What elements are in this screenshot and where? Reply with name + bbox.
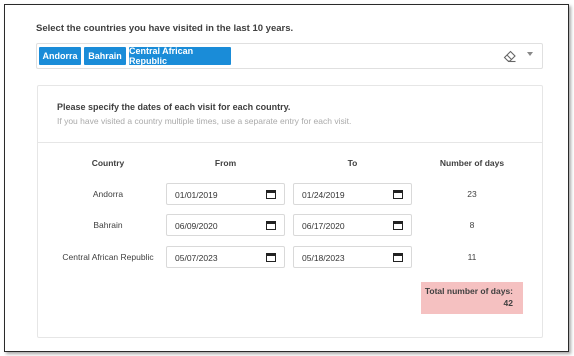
row-days: 11 <box>467 252 477 262</box>
country-tag-box[interactable]: Andorra Bahrain Central African Republic <box>36 43 543 69</box>
calendar-icon[interactable] <box>393 189 403 199</box>
calendar-icon[interactable] <box>393 252 403 262</box>
header-from: From <box>214 158 237 168</box>
from-date-value: 05/07/2023 <box>175 253 218 263</box>
total-days-label: Total number of days: <box>424 286 513 296</box>
calendar-icon[interactable] <box>266 252 276 262</box>
to-date-value: 06/17/2020 <box>302 221 345 231</box>
survey-frame: Select the countries you have visited in… <box>4 4 569 352</box>
total-days-box: Total number of days: 42 <box>421 282 523 314</box>
from-date-input[interactable]: 01/01/2019 <box>166 183 285 205</box>
from-date-value: 01/01/2019 <box>175 190 218 200</box>
panel-header: Please specify the dates of each visit f… <box>38 86 542 143</box>
header-days: Number of days <box>439 158 505 168</box>
dates-panel: Please specify the dates of each visit f… <box>37 85 543 338</box>
from-date-input[interactable]: 06/09/2020 <box>166 214 285 236</box>
tag-central-african-republic[interactable]: Central African Republic <box>129 46 231 66</box>
calendar-icon[interactable] <box>266 189 276 199</box>
from-date-input[interactable]: 05/07/2023 <box>166 246 285 268</box>
panel-title: Please specify the dates of each visit f… <box>57 102 291 112</box>
calendar-icon[interactable] <box>393 220 403 230</box>
to-date-input[interactable]: 01/24/2019 <box>293 183 412 205</box>
tag-andorra[interactable]: Andorra <box>39 47 81 65</box>
to-date-value: 05/18/2023 <box>302 253 345 263</box>
row-country: Andorra <box>92 189 124 199</box>
chevron-down-icon[interactable] <box>527 52 533 56</box>
header-to: To <box>347 158 358 168</box>
question-text: Select the countries you have visited in… <box>36 23 294 34</box>
from-date-value: 06/09/2020 <box>175 221 218 231</box>
row-days: 8 <box>469 220 475 230</box>
calendar-icon[interactable] <box>266 220 276 230</box>
to-date-input[interactable]: 05/18/2023 <box>293 246 412 268</box>
eraser-icon[interactable] <box>503 49 517 63</box>
tag-bahrain[interactable]: Bahrain <box>84 47 126 65</box>
to-date-value: 01/24/2019 <box>302 190 345 200</box>
to-date-input[interactable]: 06/17/2020 <box>293 214 412 236</box>
row-days: 23 <box>467 189 477 199</box>
total-days-value: 42 <box>503 298 513 308</box>
row-country: Central African Republic <box>62 252 154 262</box>
header-country: Country <box>91 158 125 168</box>
row-country: Bahrain <box>93 220 123 230</box>
panel-subtitle: If you have visited a country multiple t… <box>57 116 352 126</box>
